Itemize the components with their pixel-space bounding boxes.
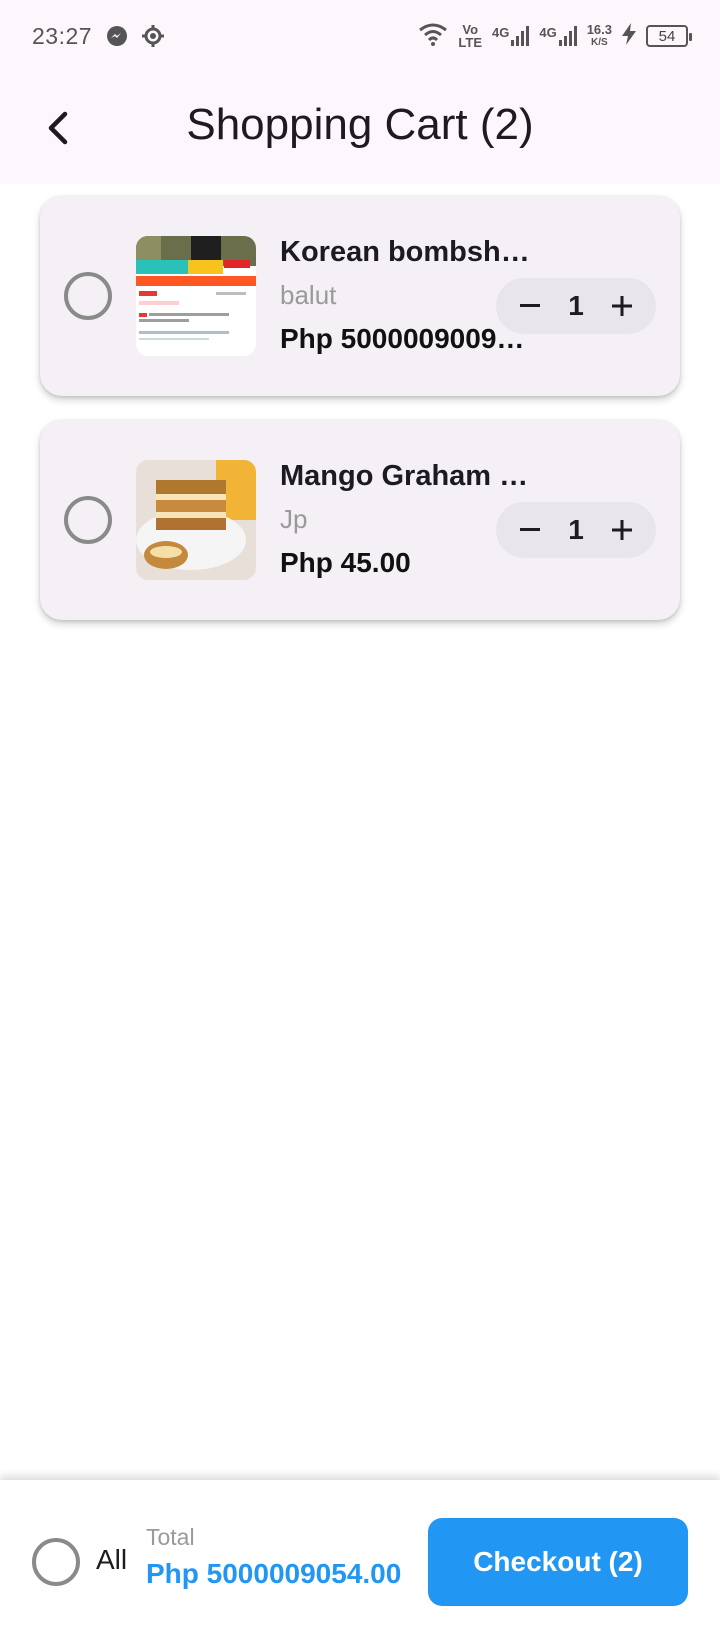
- app-bar: Shopping Cart (2): [0, 72, 720, 184]
- battery-icon: 54: [646, 25, 692, 47]
- total-value: Php 5000009054.00: [146, 1558, 402, 1589]
- wifi-icon: [418, 22, 448, 51]
- quantity-value: 1: [568, 290, 584, 321]
- total-label: Total: [146, 1524, 195, 1550]
- increment-button[interactable]: [606, 514, 638, 546]
- quantity-stepper: 1: [496, 278, 656, 334]
- quantity-value: 1: [568, 514, 584, 545]
- charging-bolt-icon: [622, 22, 636, 50]
- increment-button[interactable]: [606, 290, 638, 322]
- minus-icon: [520, 528, 540, 531]
- signal-2: 4G: [539, 26, 577, 46]
- product-thumbnail[interactable]: [136, 236, 256, 356]
- status-bar: 23:27 Vo LTE 4G 4G 16.3 K/S 54: [0, 0, 720, 72]
- volte-indicator: Vo LTE: [458, 22, 482, 50]
- decrement-button[interactable]: [514, 514, 546, 546]
- item-info: Korean bombshell jacket balut Php 500000…: [280, 236, 530, 355]
- product-name: Korean bombshell jacket: [280, 236, 530, 268]
- plus-icon: [611, 296, 632, 316]
- item-select-radio[interactable]: [64, 496, 112, 544]
- signal-bars-icon: [511, 26, 530, 46]
- status-time: 23:27: [32, 22, 93, 49]
- signal-bars-icon: [558, 26, 577, 46]
- quantity-stepper: 1: [496, 502, 656, 558]
- plus-icon: [611, 520, 632, 540]
- cart-item: Mango Graham Cake Jp Php 45.00 1: [40, 420, 680, 620]
- decrement-button[interactable]: [514, 290, 546, 322]
- signal-1: 4G: [492, 26, 530, 46]
- item-select-radio[interactable]: [64, 272, 112, 320]
- network-speed: 16.3 K/S: [586, 22, 612, 48]
- checkout-button[interactable]: Checkout (2): [428, 1518, 688, 1606]
- product-price: Php 45.00: [280, 547, 411, 578]
- select-all-radio[interactable]: [32, 1538, 80, 1586]
- messenger-icon: [106, 25, 128, 47]
- item-info: Mango Graham Cake Jp Php 45.00: [280, 460, 530, 579]
- product-vendor: Jp: [280, 504, 308, 534]
- page-title: Shopping Cart (2): [186, 100, 534, 149]
- product-vendor: balut: [280, 280, 337, 310]
- product-price: Php 5000009009.00: [280, 323, 530, 354]
- cart-item: Korean bombshell jacket balut Php 500000…: [40, 196, 680, 396]
- checkout-bar: All Total Php 5000009054.00 Checkout (2): [0, 1480, 720, 1640]
- product-thumbnail[interactable]: [136, 460, 256, 580]
- product-name: Mango Graham Cake: [280, 460, 530, 492]
- select-all-label[interactable]: All: [96, 1544, 127, 1576]
- settings-gear-icon: [142, 25, 165, 47]
- minus-icon: [520, 304, 540, 307]
